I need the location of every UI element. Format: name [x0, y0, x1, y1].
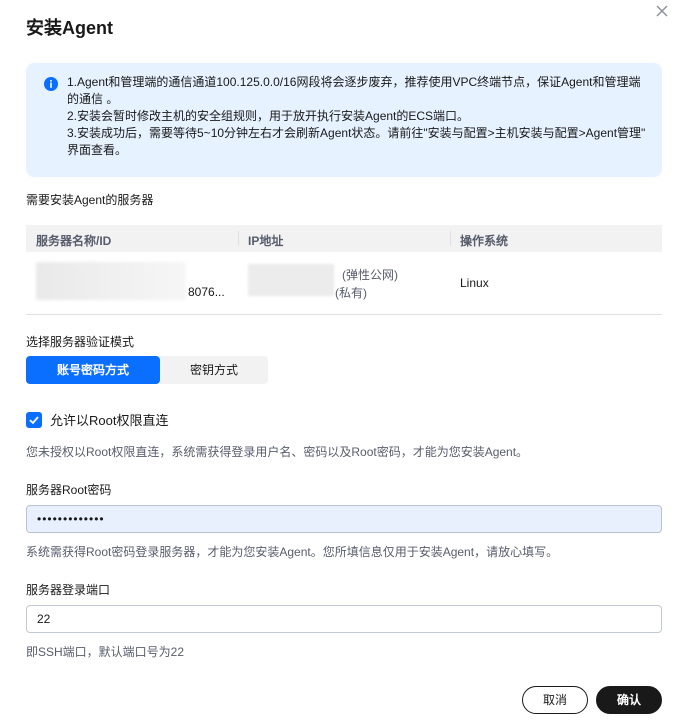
port-input[interactable]: 22 [26, 605, 662, 633]
root-hint: 您未授权以Root权限直连，系统需获得登录用户名、密码以及Root密码，才能为您… [26, 445, 529, 459]
root-password-value: ••••••••••••• [37, 512, 105, 526]
root-password-hint: 系统需获得Root密码登录服务器，才能为您安装Agent。您所填信息仅用于安装A… [26, 545, 559, 559]
info-icon [44, 77, 58, 91]
notice-line: 的通信 。 [67, 92, 119, 106]
column-divider [238, 231, 239, 246]
ip-public-tag: (弹性公网) [342, 268, 398, 282]
header-os: 操作系统 [460, 234, 509, 248]
servers-label: 需要安装Agent的服务器 [26, 193, 154, 207]
table-header: 服务器名称/ID IP地址 操作系统 [26, 225, 662, 252]
root-checkbox-label: 允许以Root权限直连 [50, 413, 169, 428]
notice-line: 1.Agent和管理端的通信通道100.125.0.0/16网段将会逐步废弃，推… [67, 75, 641, 89]
server-id-suffix: 8076... [188, 285, 225, 299]
cancel-button[interactable]: 取消 [522, 686, 588, 714]
notice-line: 界面查看。 [67, 143, 128, 157]
root-checkbox-row[interactable]: 允许以Root权限直连 [26, 410, 168, 429]
install-agent-dialog: 安装Agent 1.Agent和管理端的通信通道100.125.0.0/16网段… [0, 0, 683, 727]
auth-mode-selector: 账号密码方式 密钥方式 [26, 356, 268, 384]
header-server-name: 服务器名称/ID [36, 234, 112, 248]
redacted-ip [248, 264, 334, 296]
confirm-button[interactable]: 确认 [596, 686, 662, 714]
dialog-title: 安装Agent [26, 18, 113, 38]
port-value: 22 [37, 612, 51, 626]
table-row: 8076... (弹性公网) (私有) Linux [26, 252, 662, 315]
close-icon[interactable] [653, 2, 671, 20]
root-password-label: 服务器Root密码 [26, 483, 112, 497]
server-table: 服务器名称/ID IP地址 操作系统 8076... (弹性公网) (私有) L… [26, 225, 662, 315]
os-value: Linux [460, 276, 489, 290]
root-checkbox[interactable] [26, 411, 42, 428]
redacted-server-name [36, 262, 186, 300]
port-hint: 即SSH端口，默认端口号为22 [26, 645, 185, 659]
auth-mode-key[interactable]: 密钥方式 [160, 356, 268, 384]
ip-private-tag: (私有) [335, 286, 367, 300]
check-icon [29, 415, 39, 424]
auth-mode-label: 选择服务器验证模式 [26, 335, 135, 349]
notice-line: 3.安装成功后，需要等待5~10分钟左右才会刷新Agent状态。请前往"安装与配… [67, 126, 646, 140]
header-ip: IP地址 [248, 234, 284, 248]
column-divider [450, 231, 451, 246]
port-label: 服务器登录端口 [26, 583, 111, 597]
root-password-input[interactable]: ••••••••••••• [26, 505, 662, 533]
info-notice: 1.Agent和管理端的通信通道100.125.0.0/16网段将会逐步废弃，推… [26, 63, 662, 177]
notice-line: 2.安装会暂时修改主机的安全组规则，用于放开执行安装Agent的ECS端口。 [67, 109, 470, 123]
auth-mode-password[interactable]: 账号密码方式 [26, 356, 160, 384]
